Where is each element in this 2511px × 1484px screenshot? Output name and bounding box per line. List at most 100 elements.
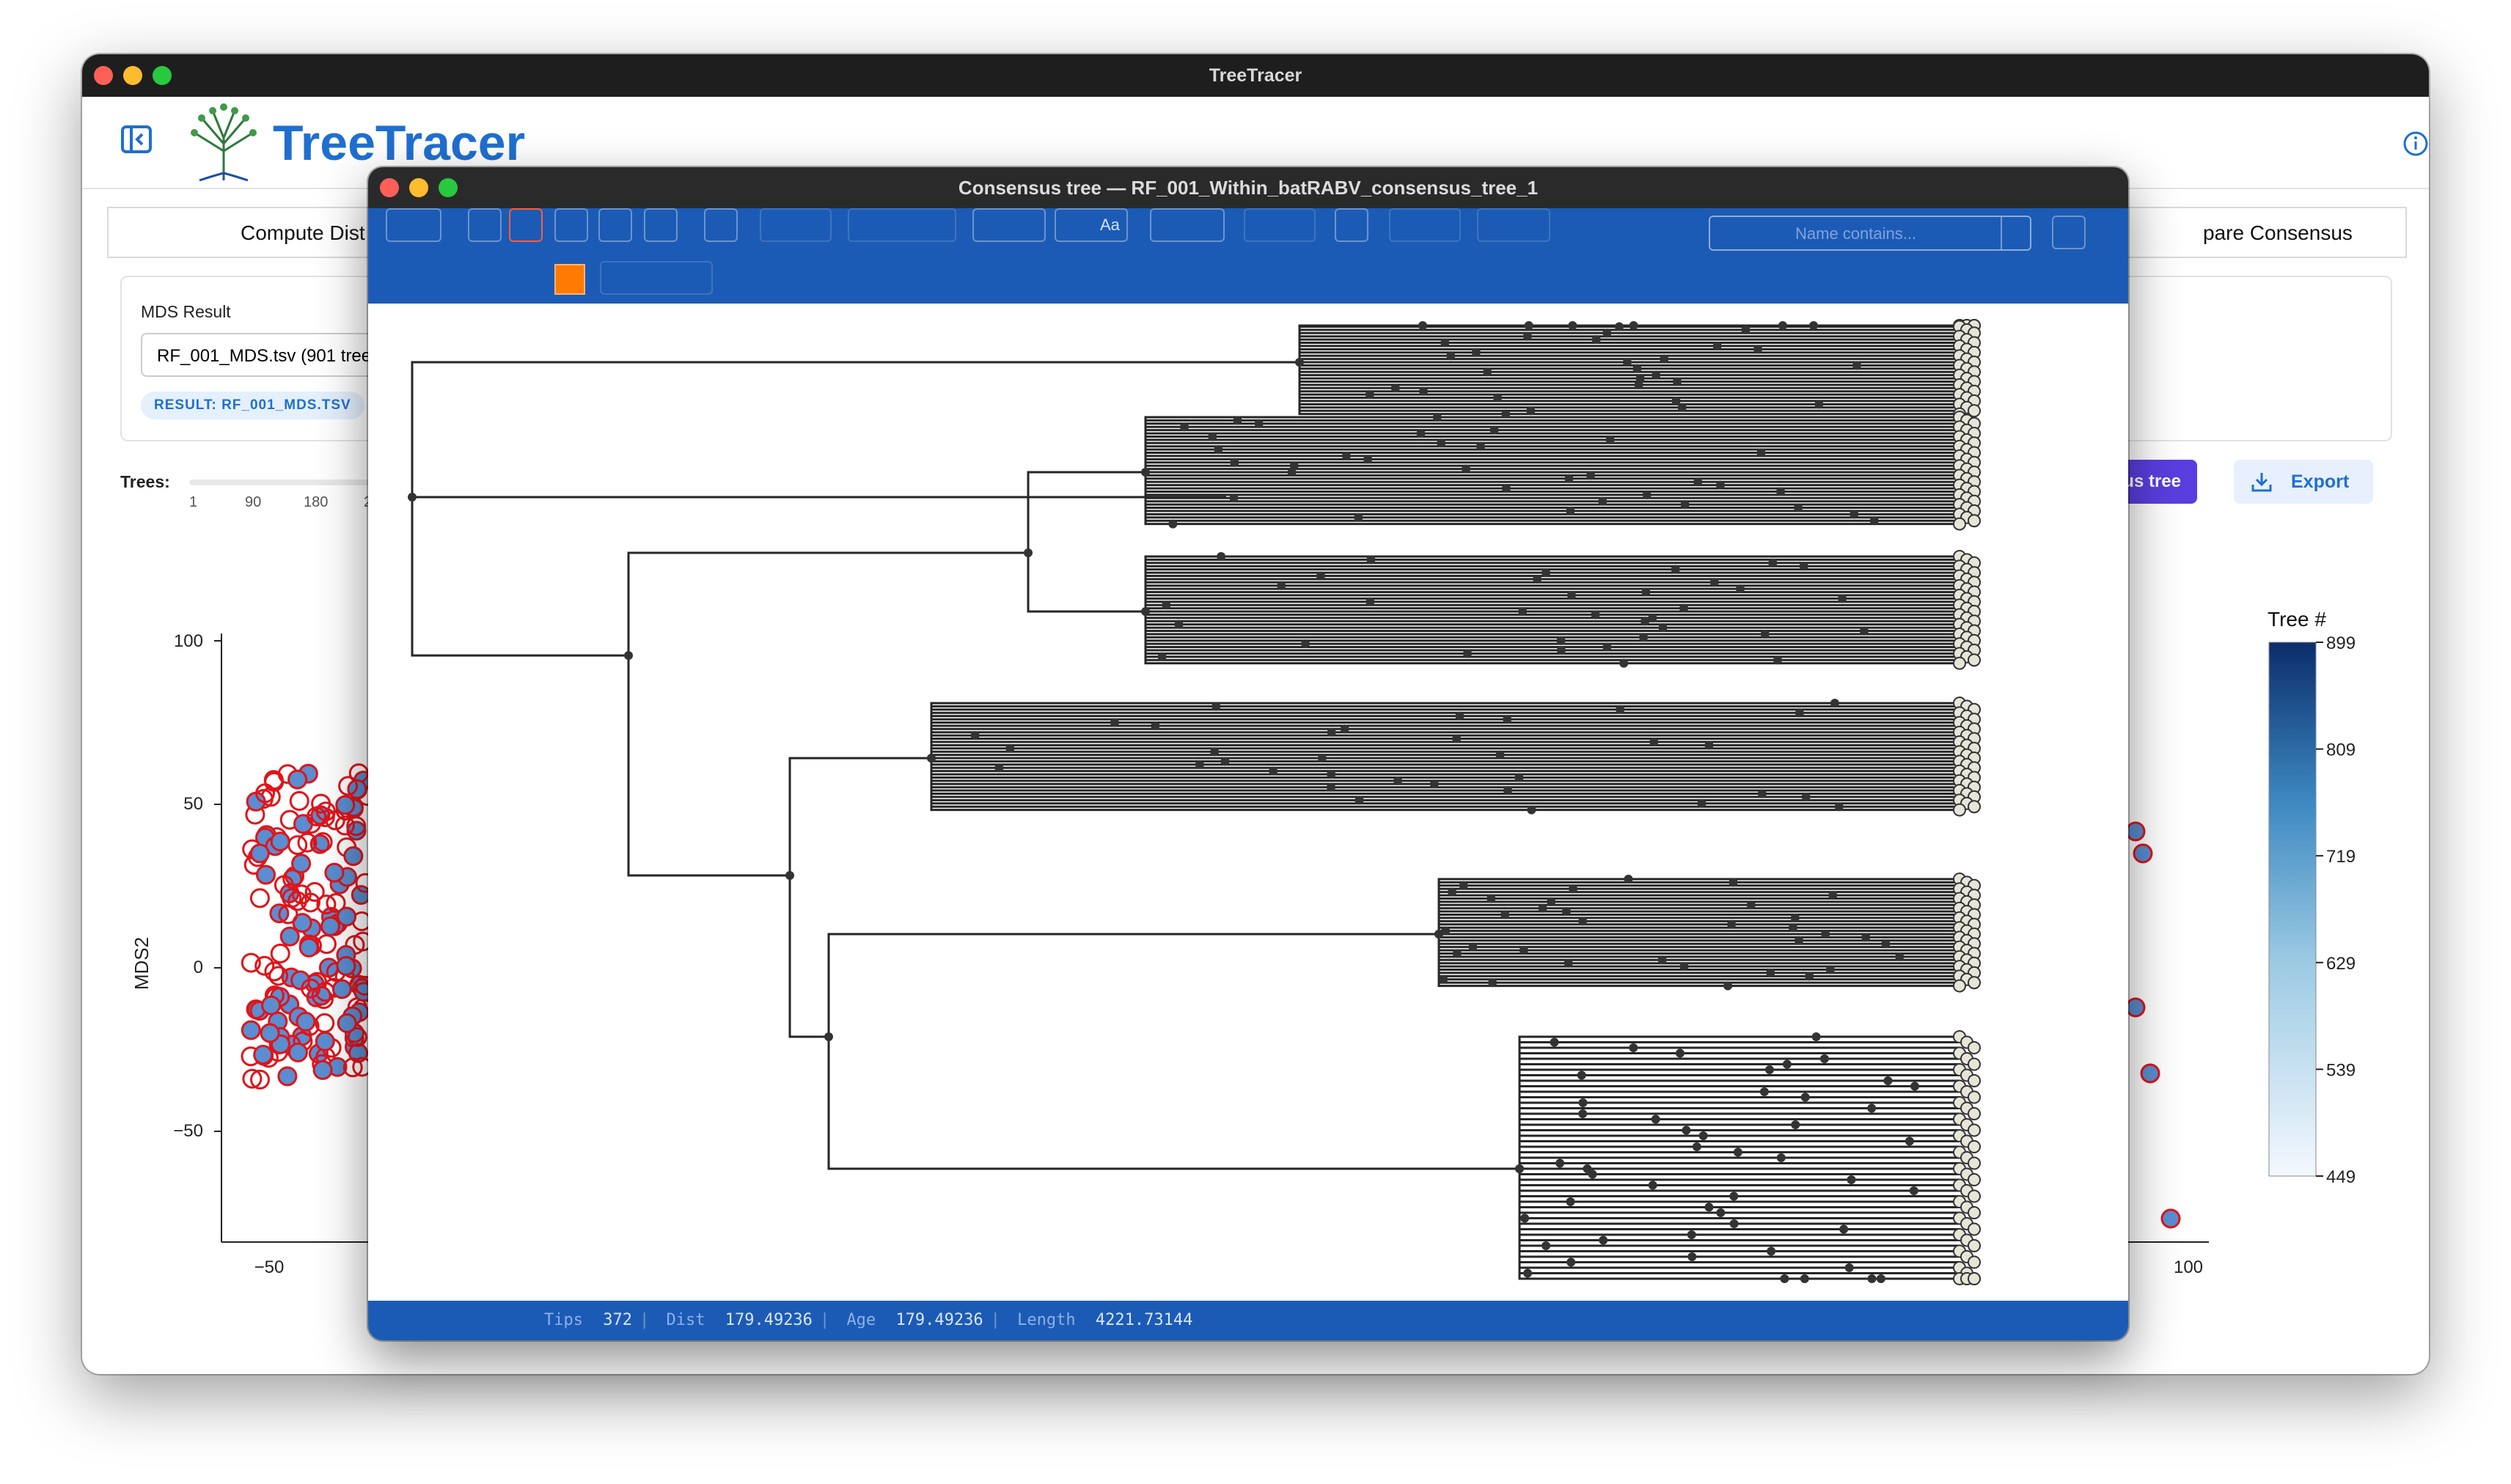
- tree-node: [1687, 1252, 1697, 1261]
- tree-close-button[interactable]: [380, 178, 399, 197]
- tree-node: [1776, 487, 1786, 496]
- scatter-point: [2125, 997, 2146, 1018]
- tree-tip: [1968, 1107, 1981, 1120]
- tree-node: [1687, 1230, 1696, 1239]
- download-icon: [2251, 473, 2272, 492]
- tab-compare-consensus[interactable]: pare Consensus: [2203, 221, 2353, 245]
- tree-node: [1794, 503, 1803, 513]
- scatter-point: [270, 944, 290, 963]
- history-nav-button[interactable]: [760, 208, 832, 242]
- tree-branch: [1437, 934, 1960, 945]
- tree-node: [1716, 1208, 1726, 1217]
- tree-node: [785, 871, 794, 880]
- tree-tip: [1968, 1090, 1981, 1104]
- annotation-tools[interactable]: [600, 261, 713, 295]
- tree-node: [1679, 603, 1688, 613]
- name-search-field[interactable]: Name contains...: [1709, 216, 2031, 251]
- tree-node: [1448, 887, 1457, 897]
- info-icon[interactable]: [2401, 129, 2429, 158]
- tree-node: [1439, 974, 1448, 984]
- tree-branch: [1437, 903, 1960, 934]
- sidebar-toggle-icon[interactable]: [120, 123, 153, 155]
- tree-node: [1503, 715, 1512, 724]
- tree-node: [927, 754, 936, 763]
- tree-branch: [1298, 331, 1960, 362]
- layout-settings-button[interactable]: [386, 208, 441, 242]
- reroot-button-group[interactable]: [1244, 208, 1316, 242]
- tree-node: [1591, 335, 1601, 345]
- zoom-button-group[interactable]: [972, 208, 1046, 242]
- export-button[interactable]: Export: [2234, 460, 2373, 504]
- y-tick-label: −50: [173, 1121, 203, 1141]
- swap-button[interactable]: [1335, 208, 1368, 242]
- tree-branch: [930, 758, 1960, 795]
- tree-node: [1698, 1131, 1708, 1140]
- titlebar: TreeTracer: [82, 54, 2429, 97]
- palette-button[interactable]: [644, 208, 678, 242]
- tree-node: [1602, 642, 1612, 652]
- tree-node: [1471, 348, 1481, 357]
- scatter-point: [253, 1045, 274, 1065]
- fit-font-button-group[interactable]: Aa: [1055, 208, 1128, 242]
- expand-button-group[interactable]: [1389, 208, 1461, 242]
- tree-node: [1780, 1274, 1789, 1283]
- tree-branch: [930, 721, 1960, 758]
- sort-button-group[interactable]: [1150, 208, 1225, 242]
- zoom-button[interactable]: [153, 66, 172, 85]
- tree-node: [1599, 1235, 1608, 1245]
- colorbar-tick-label: 449: [2326, 1167, 2356, 1187]
- tree-node: [1586, 471, 1595, 480]
- tree-node: [1542, 568, 1551, 578]
- tree-node: [1462, 464, 1470, 474]
- scatter-point: [2125, 821, 2146, 842]
- tree-node: [1393, 776, 1402, 785]
- add-remove-button-group[interactable]: [1477, 208, 1550, 242]
- subtree-button-group[interactable]: [848, 208, 956, 242]
- tree-branch: [1518, 1169, 1960, 1252]
- info-button[interactable]: [704, 208, 738, 242]
- tree-node: [1561, 907, 1571, 917]
- tree-branch: [788, 757, 931, 875]
- tree-node: [1327, 770, 1336, 779]
- tree-node: [1805, 971, 1814, 981]
- tree-node: [1605, 435, 1615, 444]
- tree-node: [1487, 894, 1496, 903]
- colorbar-ticks: 899 809 719 629 539 449: [2316, 633, 2356, 1187]
- scatter-point: [261, 995, 282, 1015]
- mds-result-select[interactable]: RF_001_MDS.tsv (901 tree: [141, 333, 390, 377]
- tree-node: [1566, 1257, 1576, 1267]
- tag-button[interactable]: [554, 208, 588, 242]
- tree-window-title: Consensus tree — RF_001_Within_batRABV_c…: [958, 177, 1539, 199]
- trees-slider-label: Trees:: [120, 472, 170, 491]
- x-tick-label: 100: [2174, 1257, 2203, 1277]
- tab-compute-distances[interactable]: Compute Dist: [241, 221, 365, 245]
- tree-node: [1476, 441, 1485, 451]
- search-filter-button[interactable]: [2052, 216, 2086, 249]
- tree-node: [1566, 1197, 1575, 1206]
- tree-node: [1639, 633, 1649, 642]
- tree-node: [1269, 766, 1278, 776]
- close-button[interactable]: [94, 66, 113, 85]
- dist-value: 179.49236: [725, 1311, 813, 1329]
- filter-button[interactable]: [598, 208, 632, 242]
- tree-node: [1489, 425, 1499, 435]
- window-controls: [94, 66, 172, 85]
- color-swatch-button[interactable]: [554, 264, 585, 295]
- tree-tip: [1968, 1156, 1981, 1170]
- tree-node: [1867, 1103, 1877, 1113]
- tree-zoom-button[interactable]: [439, 178, 458, 197]
- tree-branch: [1518, 1169, 1960, 1263]
- document-button[interactable]: [468, 208, 502, 242]
- tree-minimize-button[interactable]: [409, 178, 428, 197]
- tree-node: [1800, 1092, 1810, 1102]
- tree-node: [1556, 636, 1566, 645]
- tree-node: [1759, 1087, 1769, 1096]
- tree-node: [1634, 380, 1643, 389]
- tree-node: [1437, 438, 1446, 448]
- tree-node: [1753, 345, 1762, 354]
- tree-node: [1828, 891, 1838, 900]
- tree-node: [1287, 468, 1297, 477]
- scatter-point: [249, 843, 270, 864]
- minimize-button[interactable]: [123, 66, 142, 85]
- image-button[interactable]: [509, 208, 543, 242]
